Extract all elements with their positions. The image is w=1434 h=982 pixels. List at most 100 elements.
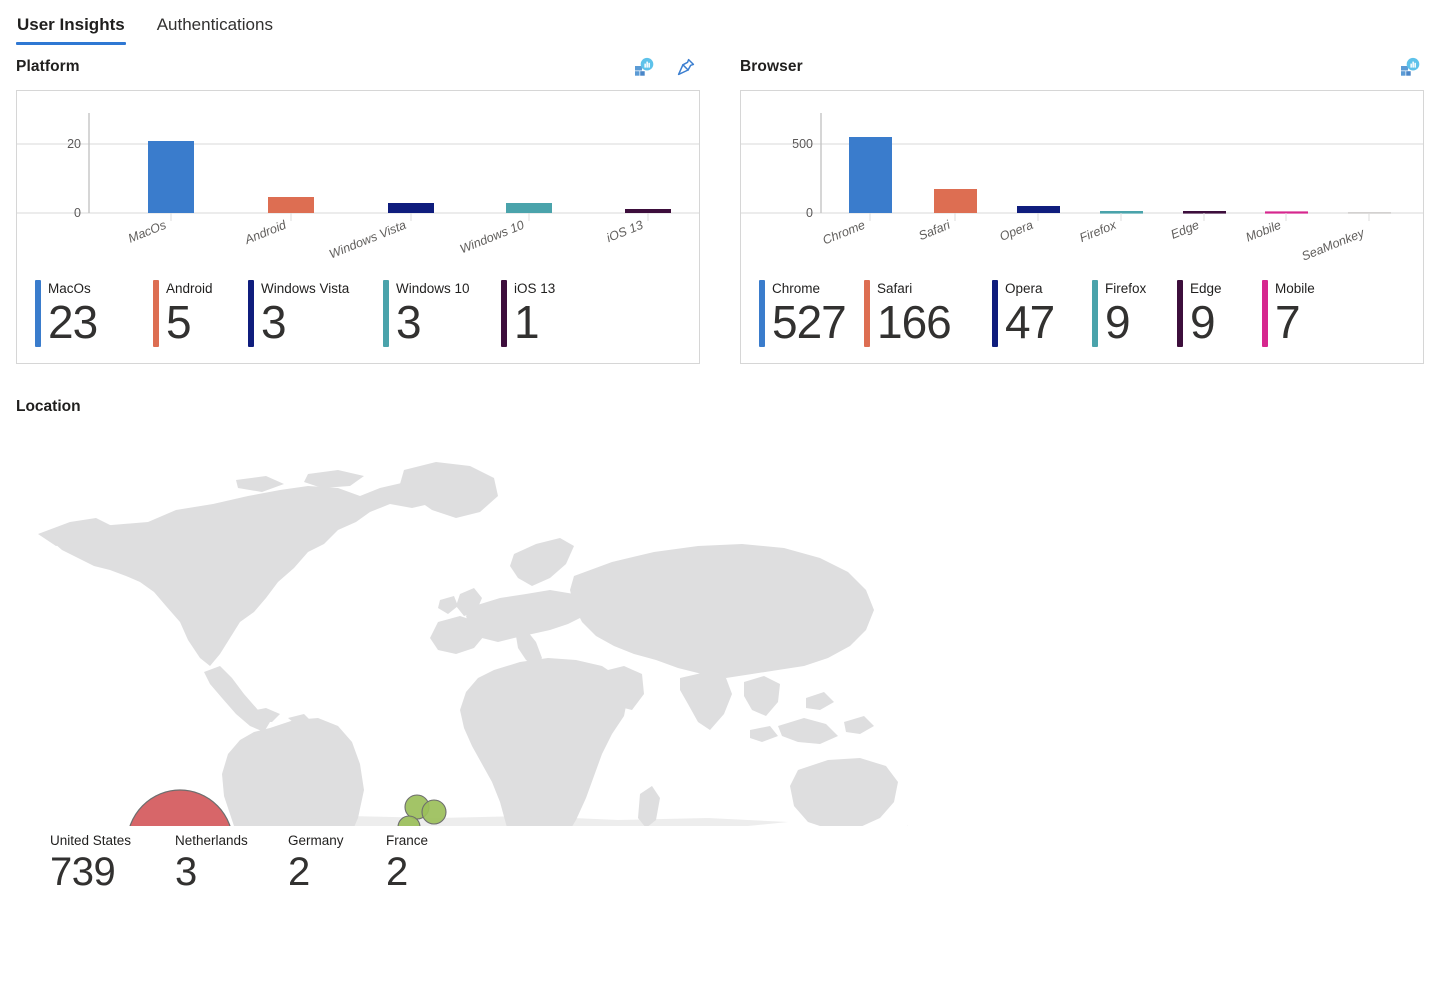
stat-color-bar — [1177, 280, 1183, 347]
stat-color-bar — [153, 280, 159, 347]
browser-stats: Chrome 527 Safari 166 Opera 47 Firefox 9… — [741, 266, 1423, 363]
location-stat-value: 3 — [175, 850, 197, 894]
platform-panel-actions — [632, 55, 700, 79]
stat-item: Opera 47 — [992, 280, 1092, 347]
location-stats: United States 739 Netherlands 3 Germany … — [16, 826, 1434, 895]
platform-chart: 20 0 MacOs Android Windows Vista Windows… — [17, 91, 699, 266]
stat-color-bar — [501, 280, 507, 347]
svg-text:MacOs: MacOs — [126, 218, 168, 246]
stat-label: Firefox — [1105, 281, 1147, 296]
platform-title: Platform — [16, 58, 80, 75]
stat-label: Windows 10 — [396, 281, 470, 296]
stat-label: Opera — [1005, 281, 1043, 296]
open-in-analytics-icon[interactable] — [1398, 55, 1422, 79]
svg-text:Windows 10: Windows 10 — [458, 218, 526, 256]
browser-title: Browser — [740, 58, 803, 75]
stat-label: Edge — [1190, 281, 1222, 296]
svg-text:20: 20 — [67, 137, 81, 151]
svg-text:Firefox: Firefox — [1077, 218, 1118, 246]
svg-text:Opera: Opera — [998, 218, 1036, 244]
svg-text:Mobile: Mobile — [1244, 218, 1283, 245]
tab-authentications[interactable]: Authentications — [156, 14, 274, 45]
location-stat-label: Netherlands — [175, 833, 248, 848]
map-landmasses — [38, 462, 914, 968]
platform-stats: MacOs 23 Android 5 Windows Vista 3 Windo… — [17, 266, 699, 363]
stat-value: 5 — [166, 296, 192, 348]
location-stat-item: Netherlands 3 — [175, 832, 288, 895]
stat-value: 7 — [1275, 296, 1301, 348]
platform-panel-body: 20 0 MacOs Android Windows Vista Windows… — [16, 90, 700, 364]
location-stat-value: 2 — [288, 850, 310, 894]
stat-value: 527 — [772, 296, 847, 348]
stat-label: MacOs — [48, 281, 91, 296]
stat-item: Chrome 527 — [759, 280, 864, 347]
map-bubble-germany[interactable] — [421, 799, 447, 825]
location-stat-value: 739 — [50, 850, 116, 894]
stat-label: Chrome — [772, 281, 821, 296]
browser-chart: 500 0 Chrome Safari Opera Firefox Edge M… — [741, 91, 1423, 266]
location-stat-label: Germany — [288, 833, 344, 848]
location-stat-label: United States — [50, 833, 132, 848]
map-bubble-united-states[interactable] — [126, 789, 234, 899]
stat-item: Windows Vista 3 — [248, 280, 383, 347]
stat-item: iOS 13 1 — [501, 280, 591, 347]
stat-color-bar — [383, 280, 389, 347]
location-stat-item: United States 739 — [50, 832, 175, 895]
browser-panel-actions — [1398, 55, 1424, 79]
stat-color-bar — [248, 280, 254, 347]
stat-value: 9 — [1190, 296, 1216, 348]
location-map[interactable] — [8, 426, 914, 968]
browser-bar-chart: 500 0 Chrome Safari Opera Firefox Edge M… — [741, 113, 1423, 264]
location-title: Location — [16, 398, 81, 415]
svg-text:Safari: Safari — [917, 217, 954, 243]
svg-text:Chrome: Chrome — [821, 218, 868, 248]
stat-color-bar — [992, 280, 998, 347]
stat-label: Android — [166, 281, 213, 296]
platform-panel: Platform 20 0 MacOs Android Windows Vist… — [16, 52, 700, 364]
open-in-analytics-icon[interactable] — [632, 55, 656, 79]
browser-panel: Browser 500 0 Chrome Safari Opera Firefo… — [740, 52, 1424, 364]
svg-text:500: 500 — [792, 137, 813, 151]
stat-label: Windows Vista — [261, 281, 350, 296]
svg-text:Windows Vista: Windows Vista — [327, 218, 408, 262]
stat-item: Windows 10 3 — [383, 280, 501, 347]
stat-item: Mobile 7 — [1262, 280, 1347, 347]
svg-text:SeaMonkey: SeaMonkey — [1300, 226, 1367, 264]
svg-text:Edge: Edge — [1169, 218, 1201, 242]
location-stat-item: France 2 — [386, 832, 484, 895]
stat-value: 3 — [261, 296, 287, 348]
location-stat-value: 2 — [386, 850, 408, 894]
pin-icon[interactable] — [674, 55, 698, 79]
svg-text:0: 0 — [806, 206, 813, 220]
stat-value: 3 — [396, 296, 422, 348]
stat-label: Safari — [877, 281, 913, 296]
stat-color-bar — [759, 280, 765, 347]
browser-panel-body: 500 0 Chrome Safari Opera Firefox Edge M… — [740, 90, 1424, 364]
tab-user-insights[interactable]: User Insights — [16, 14, 126, 45]
stat-item: MacOs 23 — [35, 280, 153, 347]
stat-label: iOS 13 — [514, 281, 556, 296]
stat-item: Firefox 9 — [1092, 280, 1177, 347]
stat-value: 23 — [48, 296, 98, 348]
stat-item: Edge 9 — [1177, 280, 1262, 347]
stat-value: 47 — [1005, 296, 1055, 348]
stat-color-bar — [864, 280, 870, 347]
world-bubble-map[interactable] — [8, 426, 914, 968]
svg-text:Android: Android — [242, 217, 289, 247]
tab-authentications-label: Authentications — [156, 15, 273, 34]
svg-text:iOS 13: iOS 13 — [604, 218, 645, 245]
svg-text:0: 0 — [74, 206, 81, 220]
stat-value: 9 — [1105, 296, 1131, 348]
platform-bar-chart: 20 0 MacOs Android Windows Vista Windows… — [17, 113, 699, 262]
stat-item: Android 5 — [153, 280, 248, 347]
tab-user-insights-label: User Insights — [17, 15, 125, 34]
tab-bar: User Insights Authentications — [0, 0, 1434, 52]
stat-color-bar — [35, 280, 41, 347]
location-stat-label: France — [386, 833, 429, 848]
stat-item: Safari 166 — [864, 280, 992, 347]
stat-color-bar — [1262, 280, 1268, 347]
location-stat-item: Germany 2 — [288, 832, 386, 895]
stat-label: Mobile — [1275, 281, 1315, 296]
stat-value: 1 — [514, 296, 540, 348]
location-section: Location United States 739 Netherlands 3… — [0, 364, 1434, 968]
